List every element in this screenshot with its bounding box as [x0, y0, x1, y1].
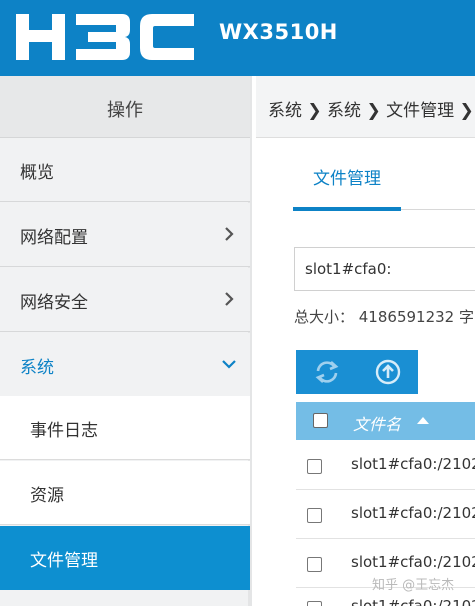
sidebar: 操作 概览 网络配置 网络安全 系统 事件日志 资源 文件管理 — [0, 76, 252, 606]
chevron-down-icon — [222, 360, 236, 369]
tab-divider — [401, 209, 475, 210]
refresh-button[interactable] — [296, 350, 357, 394]
table-row[interactable]: slot1#cfa0:/2102 — [296, 442, 475, 490]
sort-ascending-icon[interactable] — [417, 417, 429, 424]
sidebar-subitem-label: 事件日志 — [30, 421, 98, 441]
file-name-cell: slot1#cfa0:/2102 — [351, 455, 475, 473]
sidebar-item-system[interactable]: 系统 — [0, 333, 250, 397]
sidebar-subitem-label: 文件管理 — [30, 551, 98, 571]
row-checkbox[interactable] — [307, 557, 322, 572]
sidebar-item-overview[interactable]: 概览 — [0, 138, 250, 202]
sidebar-item-network-config[interactable]: 网络配置 — [0, 203, 250, 267]
sidebar-item-network-security[interactable]: 网络安全 — [0, 268, 250, 332]
breadcrumb: 系统 ❯ 系统 ❯ 文件管理 ❯ 文件 — [256, 76, 475, 138]
row-checkbox[interactable] — [307, 508, 322, 523]
upload-icon — [375, 359, 401, 385]
h3c-logo — [16, 14, 194, 60]
table-header: 文件名 — [296, 402, 475, 440]
row-checkbox[interactable] — [307, 601, 322, 606]
sidebar-subitem-resources[interactable]: 资源 — [0, 461, 250, 525]
sidebar-item-label: 概览 — [20, 163, 54, 183]
tab-file-management[interactable]: 文件管理 — [293, 138, 401, 211]
table-row[interactable]: slot1#cfa0:/2102 — [296, 491, 475, 539]
row-checkbox[interactable] — [307, 459, 322, 474]
path-selector[interactable]: slot1#cfa0: — [294, 247, 475, 291]
sidebar-item-label: 系统 — [20, 358, 54, 378]
file-name-cell: slot1#cfa0:/2102 — [351, 553, 475, 571]
toolbar — [296, 350, 418, 394]
chevron-right-icon — [225, 227, 234, 241]
select-all-checkbox[interactable] — [313, 413, 328, 428]
upload-button[interactable] — [357, 350, 418, 394]
sidebar-subitem-file-management[interactable]: 文件管理 — [0, 526, 250, 590]
sidebar-item-label: 网络安全 — [20, 293, 88, 313]
sidebar-heading-label: 操作 — [107, 100, 143, 121]
file-name-cell: slot1#cfa0:/2102 — [351, 597, 475, 606]
chevron-right-icon — [225, 292, 234, 306]
refresh-icon — [315, 361, 339, 383]
total-size-text: 总大小： 4186591232 字 — [294, 308, 474, 326]
sidebar-subitem-event-log[interactable]: 事件日志 — [0, 396, 250, 460]
device-model: WX3510H — [219, 20, 338, 44]
path-value: slot1#cfa0: — [305, 260, 392, 278]
file-name-cell: slot1#cfa0:/2102 — [351, 504, 475, 522]
sidebar-heading: 操作 — [0, 76, 250, 138]
sidebar-subitem-label: 资源 — [30, 486, 64, 506]
breadcrumb-text: 系统 ❯ 系统 ❯ 文件管理 ❯ 文件 — [268, 101, 475, 121]
column-header-filename[interactable]: 文件名 — [353, 411, 401, 435]
tab-label: 文件管理 — [313, 169, 381, 189]
watermark: 知乎 @王忘杰 — [372, 578, 455, 593]
top-header: WX3510H — [0, 0, 475, 76]
sidebar-item-label: 网络配置 — [20, 228, 88, 248]
